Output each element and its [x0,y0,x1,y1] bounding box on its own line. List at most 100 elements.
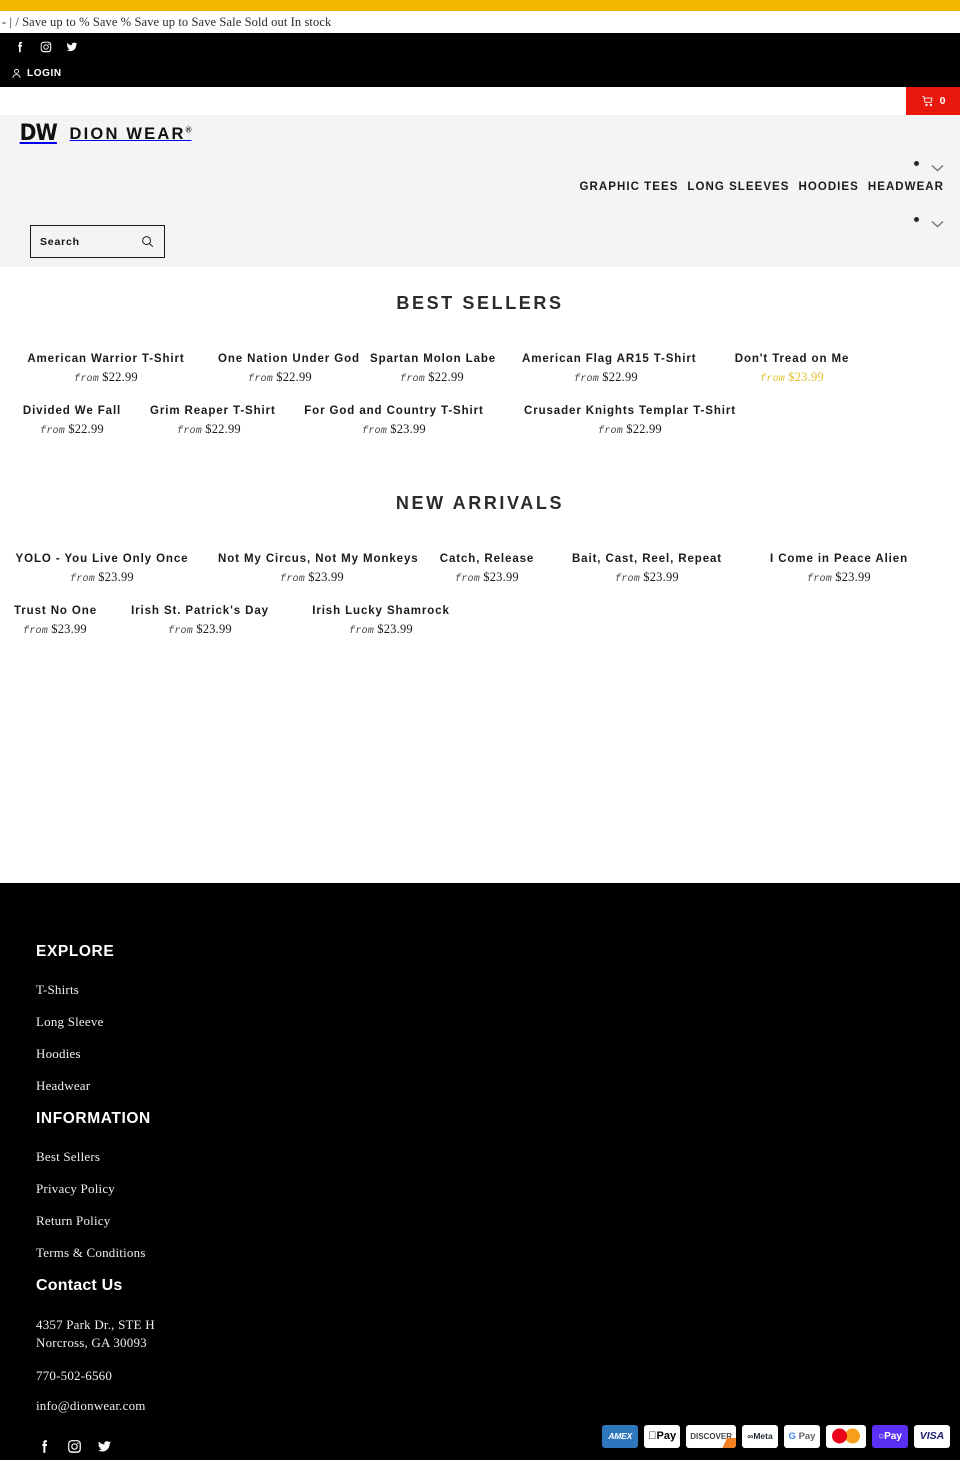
payment-icon-visa: VISA [914,1424,950,1448]
product-price: from $23.99 [718,370,866,385]
product-title: Spartan Molon Labe [370,353,497,365]
product-price: from $23.99 [296,422,492,437]
price-value: $23.99 [98,569,134,584]
carousel-controls-bottom[interactable] [914,215,944,228]
product-price: from $23.99 [754,570,924,585]
product-title: I Come in Peace Alien [770,552,908,565]
nav-item-hoodies[interactable]: HOODIES [798,181,858,193]
footer-email[interactable]: info@dionwear.com [36,1398,960,1414]
product-card[interactable]: Grim Reaper T-Shirt from $22.99 [136,404,282,437]
product-card[interactable]: YOLO - You Live Only Once from $23.99 [0,552,204,585]
payment-icon-google-pay: G Pay [784,1424,820,1448]
footer-link-headwear[interactable]: Headwear [36,1078,960,1094]
payment-icon-amex: AMEX [602,1424,639,1448]
price-value: $23.99 [483,569,519,584]
search-input[interactable]: Search [30,225,165,258]
cart-icon [922,95,933,107]
price-prefix: from [248,373,273,385]
price-prefix: from [598,425,623,437]
payment-icon-mastercard [826,1424,866,1448]
product-card[interactable]: Irish St. Patrick's Day from $23.99 [110,604,290,637]
instagram-icon[interactable] [66,1438,83,1460]
product-price: from $22.99 [522,370,690,385]
product-card[interactable]: Crusader Knights Templar T-Shirt from $2… [506,404,754,437]
logo-wordmark-text: DION WEAR [69,125,186,143]
product-card[interactable]: Divided We Fall from $22.99 [8,404,136,437]
nav-item-headwear[interactable]: HEADWEAR [868,181,944,193]
price-prefix: from [23,625,48,637]
site-logo[interactable]: DW DION WEAR® [18,121,192,146]
footer-link-return-policy[interactable]: Return Policy [36,1213,960,1229]
product-card[interactable]: Don't Tread on Me from $23.99 [704,352,880,385]
footer-heading-contact: Contact Us [36,1276,123,1294]
twitter-icon[interactable] [96,1438,113,1460]
product-card[interactable]: Spartan Molon Labe from $22.99 [356,352,508,385]
price-value: $23.99 [788,369,824,384]
user-icon [12,68,21,78]
dot-indicator[interactable] [914,216,919,222]
carousel-controls-top[interactable] [914,159,944,172]
footer-link-long-sleeve[interactable]: Long Sleeve [36,1014,960,1030]
product-price: from $23.99 [124,622,276,637]
price-prefix: from [177,425,202,437]
product-price: from $23.99 [434,570,540,585]
payment-icon-discover: DISCOVER [686,1424,736,1448]
product-card[interactable]: Irish Lucky Shamrock from $23.99 [290,604,472,637]
product-price: from $23.99 [304,622,458,637]
price-prefix: from [70,573,95,585]
product-title: Crusader Knights Templar T-Shirt [524,404,736,417]
footer-heading-information: INFORMATION [36,1109,151,1127]
registered-mark: ® [185,125,192,135]
nav-item-long-sleeves[interactable]: LONG SLEEVES [687,181,789,193]
footer-link-terms-conditions[interactable]: Terms & Conditions [36,1245,960,1261]
site-header: DW DION WEAR® GRAPHIC TEES LONG SLEEVES … [0,115,960,267]
product-title: Irish Lucky Shamrock [312,604,450,617]
price-prefix: from [280,573,305,585]
product-title: American Flag AR15 T-Shirt [522,353,697,365]
twitter-icon[interactable] [64,39,80,55]
meta-pay-label: Meta [753,1431,773,1442]
login-link[interactable]: LOGIN [0,60,960,87]
footer-link-hoodies[interactable]: Hoodies [36,1046,960,1062]
product-title: Grim Reaper T-Shirt [150,404,276,417]
facebook-icon[interactable] [12,39,28,55]
price-prefix: from [760,373,785,385]
section-title-new-arrivals: NEW ARRIVALS [395,492,565,513]
footer-link-tshirts[interactable]: T-Shirts [36,982,960,998]
product-row: YOLO - You Live Only Once from $23.99 No… [0,552,960,585]
product-card[interactable]: American Warrior T-Shirt from $22.99 [8,352,204,385]
product-card[interactable]: For God and Country T-Shirt from $23.99 [282,404,506,437]
product-card[interactable]: I Come in Peace Alien from $23.99 [740,552,938,585]
chevron-down-icon[interactable] [931,215,944,228]
footer-link-privacy-policy[interactable]: Privacy Policy [36,1181,960,1197]
announcement-bar: - | / Save up to % Save % Save up to Sav… [0,11,960,33]
search-icon[interactable] [140,234,155,249]
product-title: Bait, Cast, Reel, Repeat [571,552,723,565]
footer-address-line2: Norcross, GA 30093 [36,1335,147,1351]
instagram-icon[interactable] [38,39,54,55]
product-card[interactable]: Bait, Cast, Reel, Repeat from $23.99 [554,552,740,585]
product-title: Divided We Fall [22,404,122,417]
price-value: $22.99 [276,369,312,384]
product-price: from $23.99 [14,622,96,637]
price-value: $23.99 [308,569,344,584]
cart-button[interactable]: 0 [906,87,960,115]
chevron-down-icon[interactable] [931,159,944,172]
product-card[interactable]: American Flag AR15 T-Shirt from $22.99 [508,352,704,385]
price-prefix: from [615,573,640,585]
product-title: One Nation Under God [218,353,360,365]
main-content: BEST SELLERS American Warrior T-Shirt fr… [0,293,960,883]
dot-indicator[interactable] [914,160,919,166]
product-card[interactable]: Not My Circus, Not My Monkeys from $23.9… [204,552,420,585]
best-sellers-grid: American Warrior T-Shirt from $22.99 One… [0,352,960,437]
product-card[interactable]: Trust No One from $23.99 [0,604,110,637]
footer-link-best-sellers[interactable]: Best Sellers [36,1149,960,1165]
product-card[interactable]: One Nation Under God from $22.99 [204,352,360,385]
facebook-icon[interactable] [36,1438,53,1460]
footer-phone[interactable]: 770-502-6560 [36,1368,960,1384]
product-card[interactable]: Catch, Release from $23.99 [420,552,554,585]
logo-monogram: DW [19,121,58,146]
product-title: YOLO - You Live Only Once [15,552,189,565]
nav-item-graphic-tees[interactable]: GRAPHIC TEES [580,181,679,193]
price-prefix: from [455,573,480,585]
